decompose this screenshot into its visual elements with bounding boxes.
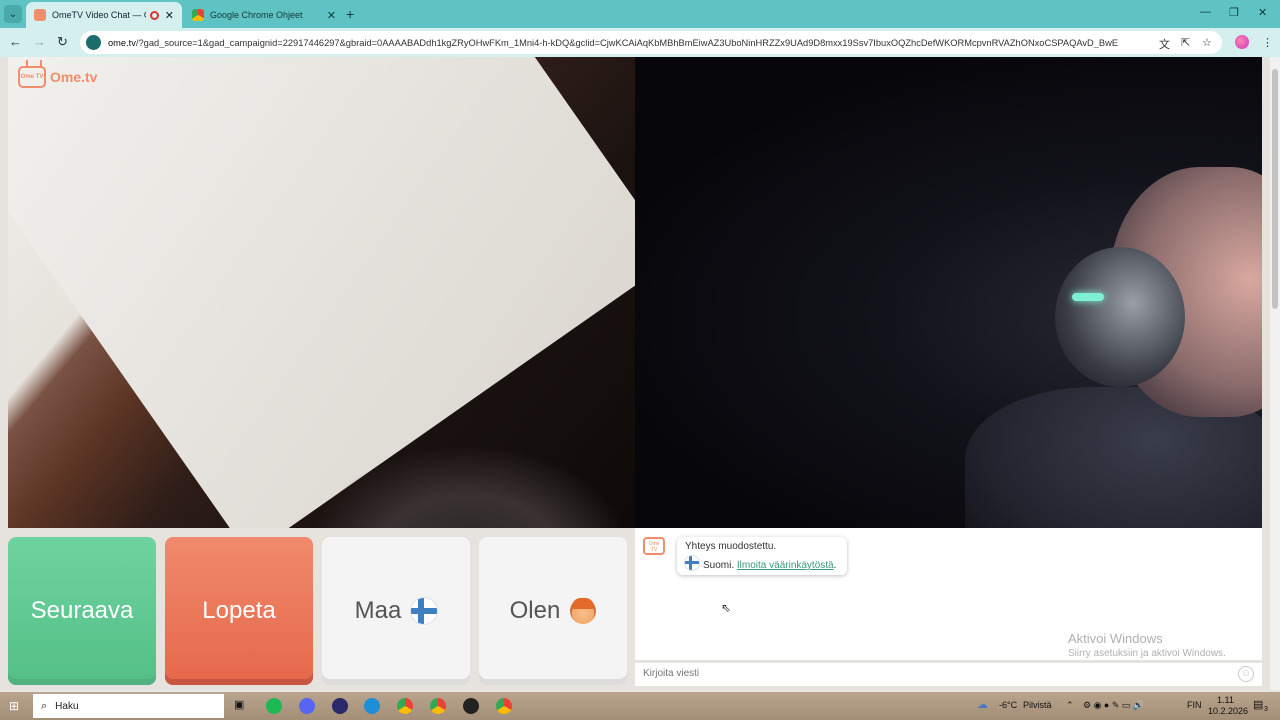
next-button-label: Seuraava	[30, 597, 134, 624]
recording-icon	[149, 10, 159, 20]
ometv-logo: Ome TV Ome.tv	[18, 66, 97, 88]
chat-input-bar: ☺	[635, 662, 1262, 686]
notification-icon[interactable]: ▤	[1253, 698, 1263, 711]
gender-button[interactable]: Olen	[479, 537, 627, 685]
close-window-icon[interactable]: ✕	[1258, 6, 1267, 19]
video-scene-led	[1072, 293, 1104, 301]
finland-flag-icon	[685, 556, 699, 570]
language-indicator[interactable]: FIN	[1187, 700, 1202, 710]
ometv-favicon-icon	[34, 9, 46, 21]
windows-taskbar: ⊞ ⌕ Haku ▣ ☁ -6°C Pilvistä ⌃ ⚙ ◉ ● ✎ ▭ 🔊…	[0, 692, 1280, 720]
task-view-icon[interactable]: ▣	[234, 698, 244, 711]
country-button-label: Maa	[354, 597, 402, 624]
tray-chevron-icon[interactable]: ⌃	[1066, 700, 1074, 711]
tab-chrome-help[interactable]: Google Chrome Ohjeet ✕	[184, 2, 344, 28]
browser-toolbar: ← → ↻ ome.tv/?gad_source=1&gad_campaigni…	[0, 28, 1280, 57]
site-info-icon[interactable]	[86, 35, 101, 50]
page-scrollbar[interactable]	[1270, 57, 1280, 690]
taskbar-search[interactable]: ⌕ Haku	[33, 694, 224, 718]
spotify-icon[interactable]	[266, 698, 282, 714]
close-tab-icon[interactable]: ✕	[327, 9, 336, 22]
video-scene-headphone	[1055, 247, 1185, 387]
edge-icon[interactable]	[364, 698, 380, 714]
finland-flag-icon	[411, 598, 438, 624]
logo-text: Ome.tv	[50, 69, 98, 85]
country-button[interactable]: Maa	[322, 537, 470, 685]
report-abuse-link[interactable]: Ilmoita väärinkäytöstä	[737, 560, 834, 571]
close-tab-icon[interactable]: ✕	[165, 9, 174, 22]
scrollbar-thumb[interactable]	[1272, 69, 1278, 309]
minimize-icon[interactable]: —	[1200, 6, 1211, 18]
weather-temperature[interactable]: -6°C	[999, 700, 1017, 710]
new-tab-button[interactable]: +	[346, 6, 354, 22]
notification-count: 3	[1264, 706, 1268, 713]
restore-icon[interactable]: ❐	[1229, 6, 1239, 19]
chat-panel: Ome TV Yhteys muodostettu. Suomi. Ilmoit…	[635, 528, 1262, 660]
local-video	[8, 57, 635, 528]
clock-time[interactable]: 1.11	[1217, 695, 1234, 705]
emoji-icon[interactable]: ☺	[1238, 666, 1254, 682]
tab-ometv[interactable]: OmeTV Video Chat — Ome ✕	[26, 2, 182, 28]
reload-icon[interactable]: ↻	[57, 34, 68, 50]
discord-icon[interactable]	[299, 698, 315, 714]
stop-button-label: Lopeta	[202, 597, 276, 624]
forward-icon[interactable]: →	[33, 34, 46, 49]
gender-button-label: Olen	[509, 597, 561, 624]
address-bar[interactable]: ome.tv/?gad_source=1&gad_campaignid=2291…	[80, 31, 1222, 54]
tab-title: Google Chrome Ohjeet	[210, 10, 303, 20]
chrome-profile-icon[interactable]	[430, 698, 446, 714]
tray-icons[interactable]: ⚙ ◉ ● ✎ ▭ 🔊	[1083, 700, 1144, 711]
url-text: ome.tv/?gad_source=1&gad_campaignid=2291…	[108, 37, 1119, 48]
chrome-icon[interactable]	[397, 698, 413, 714]
app-icon[interactable]	[463, 698, 479, 714]
boy-emoji-icon	[570, 598, 597, 624]
weather-cloud-icon[interactable]: ☁	[977, 698, 988, 711]
tab-search-button[interactable]: ⌄	[4, 5, 22, 23]
activate-windows-subtitle: Siirry asetuksiin ja aktivoi Windows.	[1068, 648, 1226, 659]
tab-strip: ⌄ OmeTV Video Chat — Ome ✕ Google Chrome…	[0, 0, 1280, 28]
bookmark-star-icon[interactable]: ☆	[1202, 36, 1212, 49]
video-scene-paper	[8, 57, 635, 528]
profile-avatar[interactable]	[1235, 35, 1249, 49]
system-message-bubble: Yhteys muodostettu. Suomi. Ilmoita vääri…	[677, 537, 847, 575]
windows-start-icon[interactable]: ⊞	[9, 699, 19, 713]
next-button[interactable]: Seuraava	[8, 537, 156, 685]
chrome-active-icon[interactable]	[496, 698, 512, 714]
chat-message-input[interactable]	[643, 668, 1203, 679]
stop-button[interactable]: Lopeta	[165, 537, 313, 685]
ometv-chat-avatar-icon: Ome TV	[643, 537, 665, 555]
app-icon[interactable]	[332, 698, 348, 714]
activate-windows-title: Aktivoi Windows	[1068, 631, 1163, 646]
weather-text[interactable]: Pilvistä	[1023, 700, 1052, 710]
back-icon[interactable]: ←	[9, 34, 22, 49]
connection-message: Yhteys muodostettu.	[685, 541, 777, 552]
remote-video	[635, 57, 1262, 528]
mouse-cursor-icon: ⇖	[721, 601, 732, 615]
chrome-favicon-icon	[192, 9, 204, 21]
search-icon: ⌕	[41, 699, 48, 712]
tab-title: OmeTV Video Chat — Ome	[52, 10, 146, 20]
menu-kebab-icon[interactable]: ⋮	[1262, 36, 1273, 49]
ometv-logo-icon: Ome TV	[18, 66, 46, 88]
clock-date[interactable]: 10.2.2026	[1208, 706, 1248, 716]
taskbar-search-label: Haku	[55, 700, 79, 712]
translate-icon[interactable]: 文	[1159, 36, 1170, 52]
country-text: Suomi.	[703, 560, 735, 571]
report-suffix: .	[833, 560, 837, 571]
install-app-icon[interactable]: ⇱	[1181, 36, 1190, 49]
